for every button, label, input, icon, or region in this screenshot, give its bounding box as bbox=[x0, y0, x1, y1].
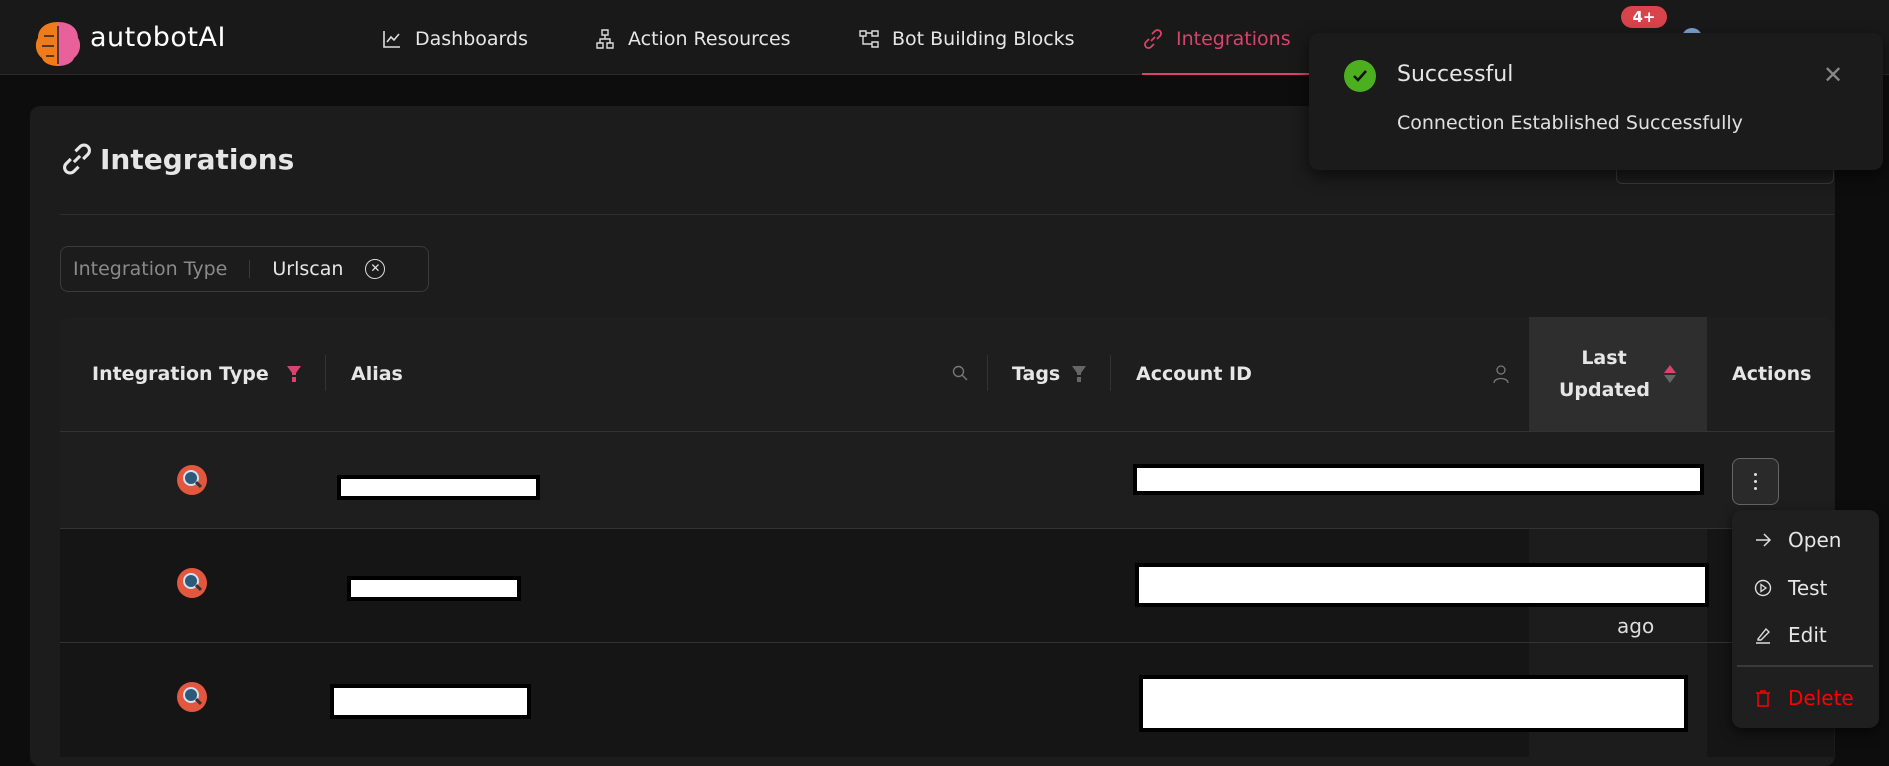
column-header-account-id[interactable]: Account ID bbox=[1136, 317, 1252, 431]
menu-item-test[interactable]: Test bbox=[1754, 576, 1827, 600]
filter-icon[interactable] bbox=[286, 366, 301, 382]
table-row[interactable] bbox=[60, 431, 1834, 528]
column-divider bbox=[987, 355, 988, 391]
column-label: Integration Type bbox=[92, 363, 269, 385]
link-icon bbox=[63, 143, 91, 175]
account-id-redacted bbox=[1133, 464, 1704, 495]
pencil-icon bbox=[1756, 627, 1770, 644]
link-icon bbox=[1144, 29, 1162, 49]
last-updated-value: ago bbox=[1617, 614, 1655, 638]
autobot-logo-icon bbox=[35, 22, 81, 66]
page-title: Integrations bbox=[60, 142, 294, 176]
column-divider bbox=[325, 355, 326, 391]
nav-label: Action Resources bbox=[628, 28, 791, 50]
urlscan-icon bbox=[177, 682, 207, 712]
nav-bot-building-blocks[interactable]: Bot Building Blocks bbox=[858, 28, 1075, 50]
nav-label: Bot Building Blocks bbox=[892, 28, 1075, 50]
row-actions-button[interactable] bbox=[1732, 458, 1779, 505]
page-title-text: Integrations bbox=[100, 142, 295, 176]
nav-action-resources[interactable]: Action Resources bbox=[594, 28, 791, 50]
column-label: Actions bbox=[1732, 363, 1812, 385]
integrations-table: Integration Type Alias Tags Account ID L… bbox=[60, 317, 1834, 757]
column-header-tags[interactable]: Tags bbox=[1012, 317, 1087, 431]
filter-value: Urlscan bbox=[272, 258, 344, 280]
column-header-integration-type[interactable]: Integration Type bbox=[92, 317, 301, 431]
divider bbox=[60, 214, 1834, 215]
urlscan-icon bbox=[177, 568, 207, 598]
toast-message: Connection Established Successfully bbox=[1397, 112, 1743, 134]
alias-redacted bbox=[347, 576, 521, 601]
menu-item-edit[interactable]: Edit bbox=[1754, 623, 1827, 647]
success-toast: Successful Connection Established Succes… bbox=[1309, 33, 1883, 170]
column-divider bbox=[1110, 355, 1111, 391]
menu-item-delete[interactable]: Delete bbox=[1754, 686, 1854, 710]
app-logo-text[interactable]: autobotAI bbox=[90, 22, 226, 53]
alias-redacted bbox=[330, 684, 531, 719]
filter-separator bbox=[249, 260, 251, 278]
filter-label: Integration Type bbox=[73, 258, 228, 280]
search-icon[interactable] bbox=[952, 365, 968, 381]
column-label: Last Updated bbox=[1559, 347, 1651, 401]
table-row[interactable]: ago bbox=[60, 528, 1834, 642]
active-tab-indicator bbox=[1142, 73, 1309, 75]
check-circle-icon bbox=[1344, 60, 1376, 92]
account-id-redacted bbox=[1139, 675, 1688, 732]
table-row[interactable] bbox=[60, 642, 1834, 757]
column-header-last-updated[interactable]: Last Updated bbox=[1529, 317, 1707, 431]
notification-badge[interactable]: 4+ bbox=[1621, 6, 1667, 28]
menu-label: Edit bbox=[1788, 623, 1827, 647]
menu-label: Open bbox=[1788, 528, 1842, 552]
play-circle-icon bbox=[1754, 579, 1772, 597]
row-actions-menu: Open Test Edit Delete bbox=[1732, 510, 1879, 728]
chart-line-icon bbox=[383, 31, 400, 48]
toast-title: Successful bbox=[1397, 62, 1514, 87]
filter-icon[interactable] bbox=[1072, 366, 1087, 382]
close-icon[interactable]: ✕ bbox=[1823, 61, 1843, 89]
column-label: Account ID bbox=[1136, 363, 1252, 385]
column-label: Alias bbox=[351, 363, 403, 385]
menu-item-open[interactable]: Open bbox=[1754, 528, 1841, 552]
urlscan-icon bbox=[177, 465, 207, 495]
filter-chip[interactable]: Integration Type Urlscan ✕ bbox=[60, 246, 429, 292]
alias-redacted bbox=[337, 475, 540, 500]
arrow-right-icon bbox=[1756, 533, 1772, 547]
user-icon[interactable] bbox=[1493, 365, 1509, 383]
menu-divider bbox=[1737, 665, 1873, 667]
sitemap-icon bbox=[596, 29, 614, 49]
column-label: Tags bbox=[1012, 363, 1061, 385]
menu-label: Test bbox=[1788, 576, 1828, 600]
account-id-redacted bbox=[1135, 563, 1709, 607]
nav-integrations[interactable]: Integrations bbox=[1142, 28, 1291, 50]
nav-dashboards[interactable]: Dashboards bbox=[381, 28, 528, 50]
sort-icon[interactable] bbox=[1663, 363, 1677, 385]
blocks-icon bbox=[859, 30, 879, 48]
trash-icon bbox=[1756, 690, 1770, 707]
column-header-actions: Actions bbox=[1732, 317, 1811, 431]
menu-label: Delete bbox=[1788, 686, 1854, 710]
clear-filter-icon[interactable]: ✕ bbox=[365, 259, 386, 279]
nav-label: Dashboards bbox=[415, 28, 528, 50]
column-header-alias[interactable]: Alias bbox=[351, 317, 403, 431]
nav-label: Integrations bbox=[1176, 28, 1291, 50]
